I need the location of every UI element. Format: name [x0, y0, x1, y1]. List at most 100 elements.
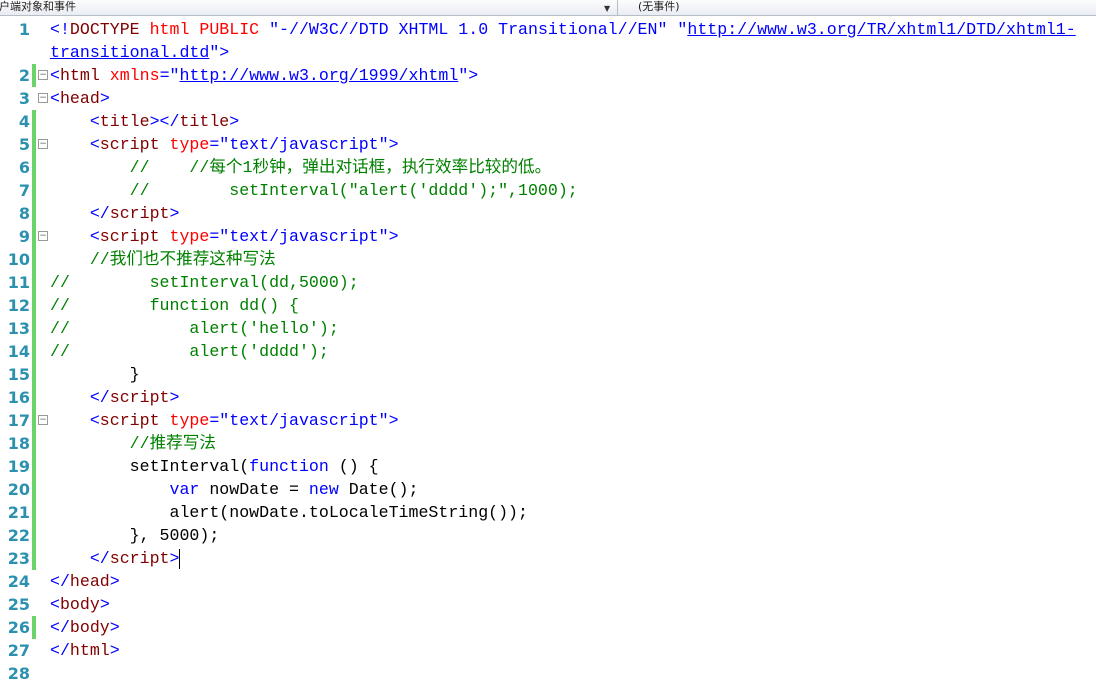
code-token: > [169, 204, 180, 223]
code-token: </ [50, 572, 70, 591]
code-line[interactable]: 28 [0, 662, 1096, 685]
code-text[interactable]: <body> [50, 593, 110, 616]
code-line[interactable]: 19 setInterval(function () { [0, 455, 1096, 478]
code-token: function [249, 457, 329, 476]
line-number: 21 [7, 503, 30, 522]
code-line[interactable]: 18 //推荐写法 [0, 432, 1096, 455]
code-token: script [109, 388, 170, 407]
code-line[interactable]: 13 // alert('hello'); [0, 317, 1096, 340]
code-line[interactable]: 2− <html xmlns="http://www.w3.org/1999/xh… [0, 64, 1096, 87]
client-objects-dropdown[interactable]: 客户端对象和事件 ▼ [0, 0, 616, 15]
code-token: " [677, 20, 688, 39]
code-line[interactable]: 1 <!DOCTYPE html PUBLIC "-//W3C//DTD XHTM… [0, 18, 1096, 41]
code-text[interactable]: <title></title> [50, 110, 239, 133]
code-line[interactable]: 15 } [0, 363, 1096, 386]
code-text[interactable]: <head> [50, 87, 110, 110]
code-token: "> [458, 66, 479, 85]
code-text[interactable]: // function dd() { [50, 294, 299, 317]
change-indicator [32, 340, 36, 363]
code-text[interactable]: // alert('hello'); [50, 317, 339, 340]
line-number: 12 [7, 296, 30, 315]
code-line[interactable]: 5− <script type="text/javascript"> [0, 133, 1096, 156]
code-line[interactable]: 4 <title></title> [0, 110, 1096, 133]
code-text[interactable]: </script> [50, 202, 180, 225]
code-token: < [50, 595, 60, 614]
code-line[interactable]: 7 // setInterval("alert('dddd');",1000); [0, 179, 1096, 202]
divider [617, 0, 618, 15]
code-line[interactable]: 3− <head> [0, 87, 1096, 110]
code-token: < [50, 227, 100, 246]
url-link[interactable]: http://www.w3.org/TR/xhtml1/DTD/xhtml1- [687, 20, 1075, 39]
code-line[interactable]: 8 </script> [0, 202, 1096, 225]
code-token: head [69, 572, 110, 591]
code-line[interactable]: 26 </body> [0, 616, 1096, 639]
change-indicator [32, 248, 36, 271]
code-line[interactable]: transitional.dtd"> [0, 41, 1096, 64]
code-line[interactable]: 25 <body> [0, 593, 1096, 616]
code-token: > [109, 618, 120, 637]
code-text[interactable]: setInterval(function () { [50, 455, 379, 478]
code-line[interactable]: 12 // function dd() { [0, 294, 1096, 317]
code-token: body [59, 595, 100, 614]
code-text[interactable]: // //每个1秒钟，弹出对话框，执行效率比较的低。 [50, 156, 552, 179]
change-indicator [32, 386, 36, 409]
change-indicator [32, 363, 36, 386]
code-text[interactable]: // setInterval("alert('dddd');",1000); [50, 179, 578, 202]
code-token: > [109, 641, 120, 660]
code-text[interactable]: // setInterval(dd,5000); [50, 271, 359, 294]
code-line[interactable]: 11 // setInterval(dd,5000); [0, 271, 1096, 294]
code-text[interactable]: </html> [50, 639, 120, 662]
code-line[interactable]: 21 alert(nowDate.toLocaleTimeString()); [0, 501, 1096, 524]
code-text[interactable]: // alert('dddd'); [50, 340, 329, 363]
code-text[interactable]: transitional.dtd"> [50, 41, 229, 64]
events-dropdown[interactable]: (无事件) [638, 0, 680, 13]
collapse-icon[interactable]: − [38, 139, 48, 149]
code-text[interactable]: <!DOCTYPE html PUBLIC "-//W3C//DTD XHTML… [50, 18, 1076, 41]
code-text[interactable]: </script> [50, 386, 180, 409]
collapse-icon[interactable]: − [38, 93, 48, 103]
code-token: < [50, 89, 60, 108]
code-line[interactable]: 10 //我们也不推荐这种写法 [0, 248, 1096, 271]
line-number: 27 [7, 641, 30, 660]
code-text[interactable]: <script type="text/javascript"> [50, 133, 399, 156]
collapse-icon[interactable]: − [38, 70, 48, 80]
line-number: 26 [7, 618, 30, 637]
chevron-down-icon[interactable]: ▼ [604, 2, 610, 15]
code-text[interactable]: }, 5000); [50, 524, 220, 547]
text-cursor [179, 548, 181, 569]
code-line[interactable]: 27 </html> [0, 639, 1096, 662]
code-text[interactable]: <html xmlns="http://www.w3.org/1999/xhtm… [50, 64, 478, 87]
code-editor[interactable]: 1 <!DOCTYPE html PUBLIC "-//W3C//DTD XHTM… [0, 18, 1096, 685]
code-text[interactable]: </body> [50, 616, 120, 639]
code-text[interactable]: //我们也不推荐这种写法 [50, 248, 276, 271]
code-text[interactable]: alert(nowDate.toLocaleTimeString()); [50, 501, 528, 524]
code-line[interactable]: 9− <script type="text/javascript"> [0, 225, 1096, 248]
line-number: 20 [7, 480, 30, 499]
code-text[interactable]: //推荐写法 [50, 432, 216, 455]
code-text[interactable]: <script type="text/javascript"> [50, 409, 399, 432]
code-line[interactable]: 17− <script type="text/javascript"> [0, 409, 1096, 432]
navigation-bar: 客户端对象和事件 ▼ (无事件) [0, 0, 1096, 16]
url-link[interactable]: transitional.dtd [50, 43, 209, 62]
code-line[interactable]: 16 </script> [0, 386, 1096, 409]
collapse-icon[interactable]: − [38, 231, 48, 241]
code-text[interactable]: var nowDate = new Date(); [50, 478, 419, 501]
code-text[interactable]: </head> [50, 570, 120, 593]
code-line[interactable]: 14 // alert('dddd'); [0, 340, 1096, 363]
code-line[interactable]: 6 // //每个1秒钟，弹出对话框，执行效率比较的低。 [0, 156, 1096, 179]
code-text[interactable]: </script> [50, 547, 181, 570]
collapse-icon[interactable]: − [38, 415, 48, 425]
code-line[interactable]: 24 </head> [0, 570, 1096, 593]
code-token: ="text/javascript"> [209, 135, 399, 154]
change-indicator [32, 524, 36, 547]
code-token: DOCTYPE [69, 20, 140, 39]
code-text[interactable]: <script type="text/javascript"> [50, 225, 399, 248]
url-link[interactable]: http://www.w3.org/1999/xhtml [179, 66, 458, 85]
code-text[interactable]: } [50, 363, 140, 386]
code-line[interactable]: 20 var nowDate = new Date(); [0, 478, 1096, 501]
code-line[interactable]: 23 </script> [0, 547, 1096, 570]
code-token: // alert('dddd'); [50, 342, 329, 361]
code-token: Date(); [338, 480, 419, 499]
code-line[interactable]: 22 }, 5000); [0, 524, 1096, 547]
line-number: 17 [7, 411, 30, 430]
